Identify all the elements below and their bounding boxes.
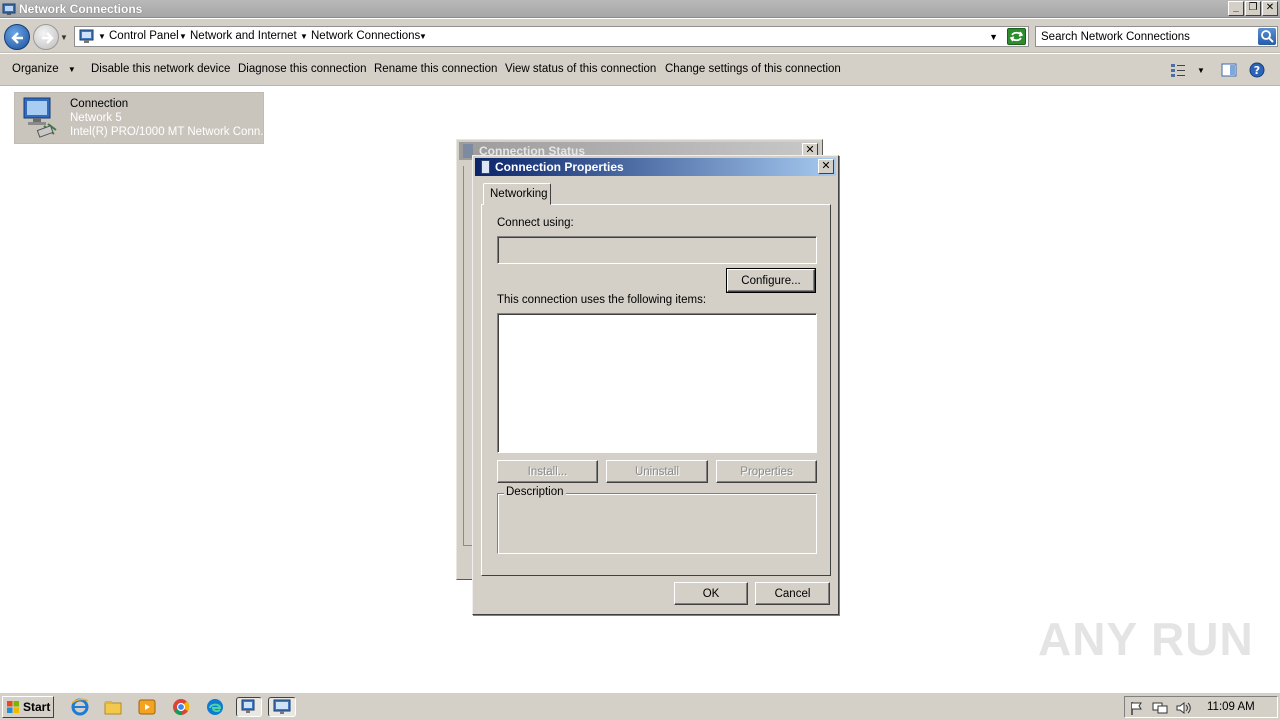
chrome-icon[interactable]	[171, 697, 191, 717]
cancel-button[interactable]: Cancel	[755, 582, 830, 605]
connection-adapter: Intel(R) PRO/1000 MT Network Conn...	[70, 126, 270, 138]
item-properties-button[interactable]: Properties	[716, 460, 817, 483]
view-options-icon[interactable]	[1170, 62, 1186, 78]
internet-explorer-icon[interactable]	[70, 697, 90, 717]
change-settings-button[interactable]: Change settings of this connection	[665, 63, 841, 75]
address-dropdown-icon[interactable]: ▼	[989, 32, 998, 42]
view-dropdown-icon[interactable]: ▼	[1197, 66, 1205, 75]
windows-logo-icon	[7, 701, 19, 713]
configure-button[interactable]: Configure...	[726, 268, 816, 293]
disable-device-button[interactable]: Disable this network device	[91, 63, 230, 75]
minimize-button[interactable]: _	[1228, 1, 1244, 16]
anyrun-watermark: ANY RUN	[1038, 613, 1254, 665]
control-panel-icon	[79, 29, 94, 43]
network-connection-item[interactable]: Connection Network 5 Intel(R) PRO/1000 M…	[14, 92, 270, 144]
taskbar-network-connections-button[interactable]	[236, 697, 262, 717]
taskbar: Start 11:09 AM	[0, 692, 1280, 720]
view-status-button[interactable]: View status of this connection	[505, 63, 656, 75]
properties-dialog-title: Connection Properties	[495, 160, 624, 174]
items-label: This connection uses the following items…	[497, 294, 707, 306]
action-center-flag-icon[interactable]	[1129, 700, 1145, 716]
connection-name: Connection	[70, 98, 129, 110]
monitor-icon	[273, 699, 291, 714]
tab-networking[interactable]: Networking	[483, 183, 551, 205]
volume-icon[interactable]	[1175, 700, 1191, 716]
start-button[interactable]: Start	[2, 696, 54, 718]
diagnose-button[interactable]: Diagnose this connection	[238, 63, 367, 75]
network-tray-icon[interactable]	[1152, 700, 1168, 716]
rename-button[interactable]: Rename this connection	[374, 63, 497, 75]
connect-using-label: Connect using:	[497, 217, 574, 229]
refresh-button[interactable]	[1007, 28, 1026, 45]
search-icon	[1261, 30, 1274, 43]
uninstall-button[interactable]: Uninstall	[606, 460, 708, 483]
items-list[interactable]	[497, 313, 817, 453]
network-adapter-icon	[481, 160, 490, 174]
description-label: Description	[504, 486, 566, 498]
command-toolbar: Organize ▼ Disable this network device D…	[0, 54, 1280, 86]
search-input[interactable]	[1039, 29, 1251, 44]
tab-networking-label: Networking	[490, 188, 548, 200]
address-bar[interactable]: ▼ Control Panel ▼ Network and Internet ▼…	[74, 26, 1029, 47]
chevron-down-icon: ▼	[67, 65, 76, 74]
back-arrow-icon	[11, 32, 23, 44]
edge-icon[interactable]	[205, 697, 225, 717]
ok-button[interactable]: OK	[674, 582, 748, 605]
connection-properties-dialog: Connection Properties ✕ Networking Conne…	[472, 155, 839, 615]
window-title: Network Connections	[19, 2, 143, 16]
clock[interactable]: 11:09 AM	[1207, 701, 1255, 713]
file-explorer-icon[interactable]	[103, 697, 123, 717]
preview-pane-icon[interactable]	[1221, 62, 1237, 78]
network-connection-icon	[23, 97, 57, 138]
media-player-icon[interactable]	[137, 697, 157, 717]
help-icon[interactable]: ?	[1249, 62, 1265, 78]
network-folder-icon	[2, 3, 16, 15]
breadcrumb-separator[interactable]: ▼	[179, 32, 187, 41]
properties-dialog-titlebar: Connection Properties ✕	[475, 158, 836, 176]
refresh-icon	[1009, 31, 1024, 42]
taskbar-connection-dialog-button[interactable]	[268, 697, 296, 717]
properties-dialog-close-button[interactable]: ✕	[818, 159, 834, 174]
restore-button[interactable]: ❐	[1245, 1, 1261, 16]
window-titlebar: Network Connections _ ❐ ✕	[0, 0, 1280, 18]
connection-network: Network 5	[70, 112, 122, 124]
organize-label: Organize	[12, 63, 59, 75]
network-folder-icon	[241, 699, 255, 713]
networking-tab-panel: Connect using: Configure... This connect…	[481, 204, 831, 576]
search-button[interactable]	[1258, 28, 1276, 45]
forward-button[interactable]	[33, 24, 59, 50]
start-label: Start	[23, 700, 51, 714]
breadcrumb-separator[interactable]: ▼	[300, 32, 308, 41]
back-button[interactable]	[4, 24, 30, 50]
address-row: ▼ ▼ Control Panel ▼ Network and Internet…	[0, 19, 1280, 53]
breadcrumb-network-and-internet[interactable]: Network and Internet	[190, 30, 297, 42]
breadcrumb-network-connections[interactable]: Network Connections	[311, 30, 420, 42]
description-groupbox: Description	[497, 486, 817, 554]
breadcrumb-separator[interactable]: ▼	[419, 32, 427, 41]
svg-text:?: ?	[1254, 64, 1260, 77]
install-button[interactable]: Install...	[497, 460, 598, 483]
system-tray: 11:09 AM	[1124, 696, 1278, 718]
connect-using-field	[497, 236, 817, 264]
forward-arrow-icon	[42, 32, 54, 44]
history-dropdown-icon[interactable]: ▼	[60, 33, 68, 42]
organize-button[interactable]: Organize ▼	[12, 63, 76, 75]
breadcrumb-separator[interactable]: ▼	[98, 32, 106, 41]
breadcrumb-control-panel[interactable]: Control Panel	[109, 30, 179, 42]
close-button[interactable]: ✕	[1262, 1, 1278, 16]
search-box[interactable]	[1035, 26, 1278, 47]
